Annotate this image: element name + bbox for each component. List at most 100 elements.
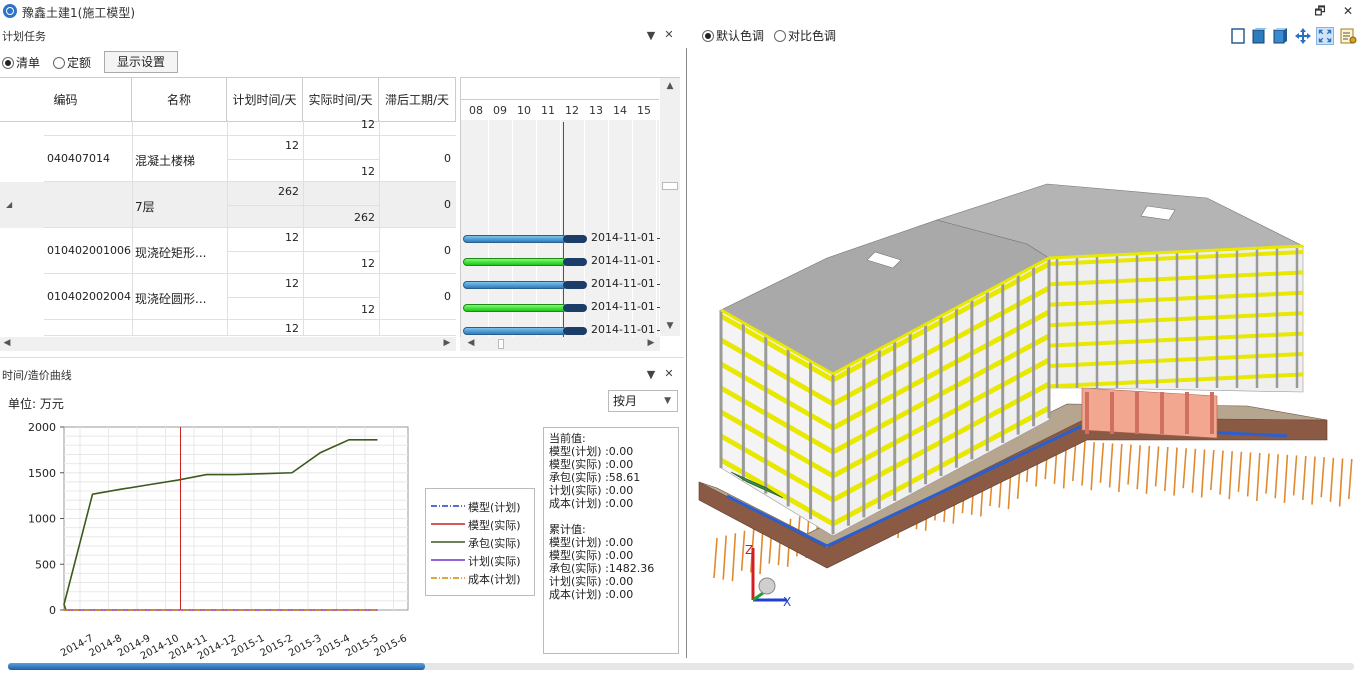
cumulative-value-line: 模型(计划) :0.00 <box>549 536 634 549</box>
gantt-day-label: 10 <box>517 104 531 117</box>
gantt-area: 08 09 10 11 12 13 14 15 2014-11-01 2014-11-01 2014… <box>460 77 680 337</box>
pile <box>1182 448 1187 489</box>
period-select[interactable]: 按月 ▼ <box>608 390 678 412</box>
gantt-bar-green[interactable] <box>463 258 567 266</box>
legend-label: 模型(实际) <box>468 519 521 532</box>
cell-plan: 12 <box>285 277 299 290</box>
pile <box>1145 445 1151 494</box>
pile <box>1099 442 1105 483</box>
cell-actual: 262 <box>354 211 375 224</box>
color-radio-default[interactable]: 默认色调 <box>702 27 764 44</box>
pile <box>1265 453 1270 494</box>
side-view-icon[interactable] <box>1250 27 1268 45</box>
gantt-day-label: 15 <box>637 104 651 117</box>
chevron-down-icon: ▼ <box>664 396 671 406</box>
pile <box>1118 443 1123 493</box>
gantt-scroll-up-icon[interactable]: ▲ <box>664 81 676 91</box>
pile <box>1283 454 1289 503</box>
col-header-delay[interactable]: 滞后工期/天 <box>379 78 456 122</box>
legend-item: 模型(计划) <box>426 497 534 515</box>
cell-delay: 0 <box>444 290 451 303</box>
gantt-bar-blue[interactable] <box>463 235 567 243</box>
gantt-scroll-left-icon[interactable]: ◀ <box>466 338 476 348</box>
gantt-bar-green[interactable] <box>463 304 567 312</box>
pile <box>1164 446 1169 492</box>
gantt-vscroll-thumb[interactable] <box>662 182 678 190</box>
gantt-bar-blue[interactable] <box>463 281 567 289</box>
pan-icon[interactable] <box>1294 27 1312 45</box>
front-view-icon[interactable] <box>1229 27 1247 45</box>
col-header-actual[interactable]: 实际时间/天 <box>303 78 379 122</box>
grid-hscroll[interactable]: ◀ ▶ <box>0 337 456 351</box>
pile <box>1292 455 1298 496</box>
plan-panel-title: 计划任务 <box>2 30 46 43</box>
radio-default-icon <box>702 30 714 42</box>
cell-actual: 12 <box>361 165 375 178</box>
axis-z-label: Z <box>745 543 753 557</box>
mode-radio-list[interactable]: 清单 <box>2 54 40 71</box>
col-header-plan[interactable]: 计划时间/天 <box>227 78 303 122</box>
cost-curve-chart: 05001000150020002014-72014-82014-92014-1… <box>28 421 409 660</box>
legend-label: 承包(实际) <box>468 537 521 550</box>
timeline-track[interactable] <box>8 663 1354 670</box>
gantt-vscroll[interactable]: ▲ ▼ <box>660 78 680 336</box>
pile <box>1302 455 1307 501</box>
legend-swatch <box>431 577 465 579</box>
current-value-line: 模型(计划) :0.00 <box>549 445 634 458</box>
table-row[interactable]: 010402001006 现浇砼矩形... 12 12 0 <box>0 228 456 274</box>
gantt-bar-blue[interactable] <box>463 327 567 335</box>
radio-list-icon <box>2 57 14 69</box>
timeline-progress <box>8 663 426 670</box>
gantt-scroll-down-icon[interactable]: ▼ <box>664 321 676 331</box>
curve-panel-title: 时间/造价曲线 <box>2 369 72 382</box>
gantt-scroll-right-icon[interactable]: ▶ <box>646 338 656 348</box>
radio-contrast-icon <box>774 30 786 42</box>
pile <box>1246 452 1252 497</box>
gantt-day-label: 08 <box>469 104 483 117</box>
col-header-name[interactable]: 名称 <box>132 78 227 122</box>
group-row[interactable]: 7层 262 262 0 ◢ <box>0 182 456 228</box>
cell-plan: 12 <box>285 139 299 152</box>
gantt-bar-date: 2014-11-01 <box>591 277 655 290</box>
gantt-grid-line <box>656 120 657 337</box>
model-viewport[interactable]: XZ <box>686 48 1363 658</box>
cell-name: 混凝土楼梯 <box>135 154 196 168</box>
display-settings-button[interactable]: 显示设置 <box>104 51 178 73</box>
value-info-box: 当前值: 模型(计划) :0.00 模型(实际) :0.00 承包(实际) :58.… <box>543 427 679 654</box>
gantt-hscroll-thumb[interactable] <box>498 339 504 349</box>
grid-header: 编码 名称 计划时间/天 实际时间/天 滞后工期/天 <box>0 78 456 122</box>
grid-scroll-right-icon[interactable]: ▶ <box>442 338 452 348</box>
cell-code: 040407014 <box>47 152 110 165</box>
zoom-extents-icon[interactable] <box>1316 27 1334 45</box>
table-row[interactable]: 040407014 混凝土楼梯 12 12 0 <box>0 136 456 182</box>
pile <box>1081 441 1086 486</box>
settings-list-icon[interactable] <box>1339 27 1357 45</box>
close-window-button[interactable]: ✕ <box>1334 2 1362 20</box>
cell-actual: 12 <box>361 257 375 270</box>
curve-panel-pin-icon[interactable]: ▼ <box>644 368 658 381</box>
x-tick-label: 2015-6 <box>372 633 408 659</box>
color-radio-contrast[interactable]: 对比色调 <box>774 27 836 44</box>
table-row[interactable]: 010402002004 现浇砼圆形... 12 12 0 <box>0 274 456 320</box>
mode-radio-quota[interactable]: 定额 <box>53 54 91 71</box>
building-3d-model[interactable]: XZ <box>687 48 1363 658</box>
pile <box>1127 444 1132 485</box>
plan-panel-pin-icon[interactable]: ▼ <box>644 29 658 42</box>
legend-label: 成本(计划) <box>468 573 521 586</box>
col-header-code[interactable]: 编码 <box>0 78 132 122</box>
pile <box>1154 446 1160 487</box>
iso-view-icon[interactable] <box>1271 27 1289 45</box>
table-row[interactable]: 12 <box>0 118 456 136</box>
pile <box>1173 447 1178 496</box>
gantt-hscroll[interactable]: ◀ ▶ <box>460 337 660 351</box>
pile <box>1200 449 1206 498</box>
restore-button[interactable]: 🗗 <box>1306 2 1334 20</box>
plan-panel-close-icon[interactable]: ✕ <box>662 28 676 41</box>
grid-scroll-left-icon[interactable]: ◀ <box>2 338 12 348</box>
gantt-bar-date: 2014-11-01 <box>591 254 655 267</box>
cumulative-value-line: 模型(实际) :0.00 <box>549 549 634 562</box>
curve-panel-close-icon[interactable]: ✕ <box>662 367 676 380</box>
pile <box>1108 443 1114 488</box>
cell-delay: 0 <box>444 244 451 257</box>
table-row[interactable]: 12 <box>0 320 456 336</box>
